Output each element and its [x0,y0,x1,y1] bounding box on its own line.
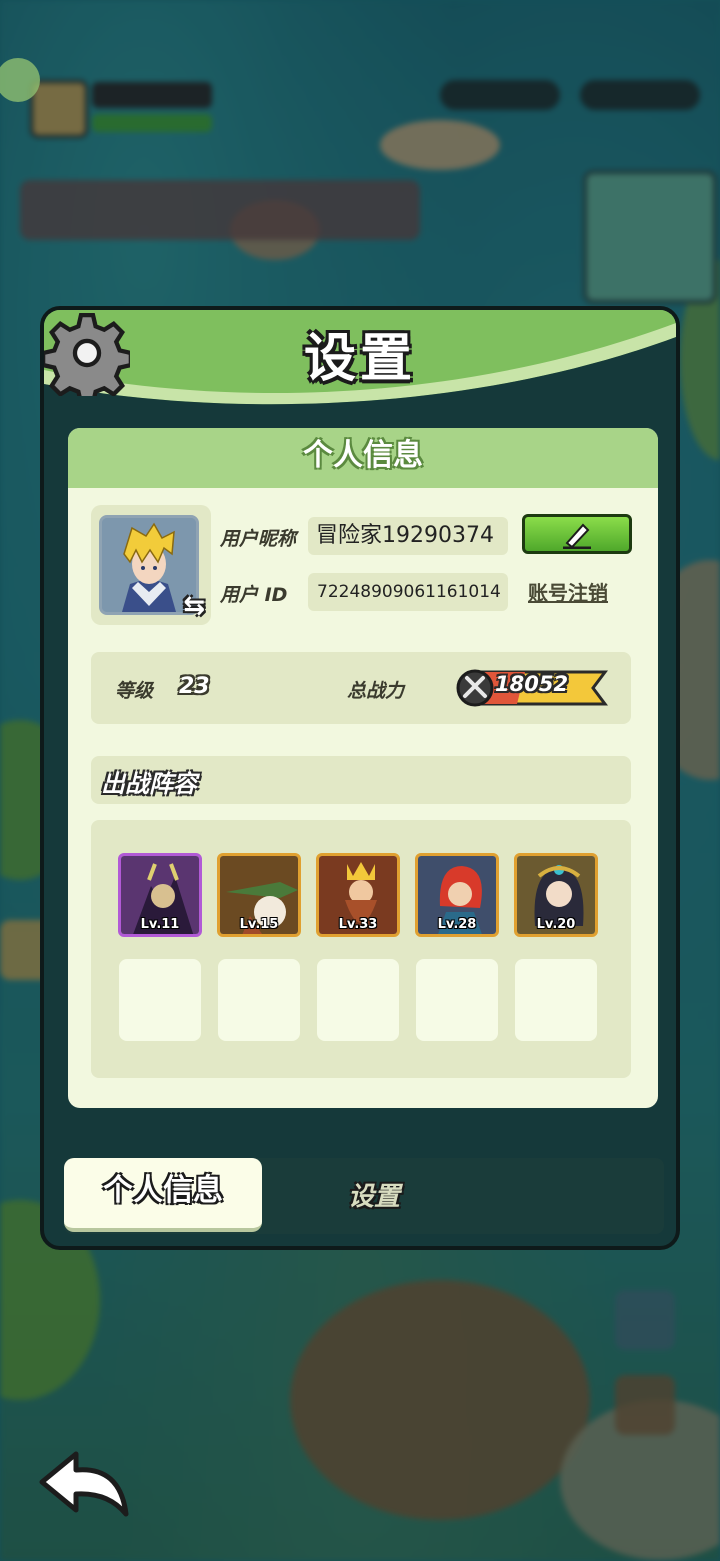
hero-level: Lv.15 [239,917,279,932]
hero-level: Lv.28 [437,917,477,932]
empty-slot[interactable] [515,959,597,1041]
hero-card[interactable]: Lv.20 [514,853,598,937]
profile-card-header: 个人信息 [68,428,658,488]
hero-card[interactable]: Lv.33 [316,853,400,937]
hero-card[interactable]: Lv.15 [217,853,301,937]
tab-settings[interactable]: 设置 [314,1158,434,1234]
settings-panel: 设置 个人信息 ⇆ 用户昵称 冒险家19290374 用户 ID 7224890… [40,306,680,1250]
stats-box: 等级 23 总战力 18052 [91,652,631,724]
tab-bar: 个人信息 设置 [64,1158,664,1234]
level-value: 23 [179,674,210,699]
panel-header: 设置 [44,310,676,410]
back-arrow-icon[interactable] [36,1448,132,1520]
nickname-field: 冒险家19290374 [308,517,508,555]
power-label: 总战力 [347,680,405,702]
hero-card[interactable]: Lv.11 [118,853,202,937]
panel-title: 设置 [303,329,416,389]
edit-nickname-button[interactable] [522,514,632,554]
lineup-title: 出战阵容 [101,770,197,798]
lineup-grid: Lv.11 Lv.15 Lv.33 Lv.28 Lv.20 [91,820,631,1078]
power-value: 18052 [495,672,569,696]
swap-icon[interactable]: ⇆ [183,591,205,621]
hero-level: Lv.11 [140,917,180,932]
lineup-header: 出战阵容 [91,756,631,804]
user-id-label: 用户 ID [220,584,288,606]
level-label: 等级 [115,680,154,702]
tab-profile[interactable]: 个人信息 [64,1158,262,1232]
empty-slot[interactable] [119,959,201,1041]
nickname-label: 用户昵称 [220,528,297,550]
cancel-account-link[interactable]: 账号注销 [528,577,608,606]
empty-slot[interactable] [416,959,498,1041]
empty-slot[interactable] [218,959,300,1041]
hero-card[interactable]: Lv.28 [415,853,499,937]
user-id-field: 72248909061161014 [308,573,508,611]
empty-slot[interactable] [317,959,399,1041]
profile-card: 个人信息 ⇆ 用户昵称 冒险家19290374 用户 ID 7224890906… [68,428,658,1108]
avatar[interactable]: ⇆ [91,505,211,625]
pencil-icon [563,523,591,549]
hero-level: Lv.20 [536,917,576,932]
hero-level: Lv.33 [338,917,378,932]
